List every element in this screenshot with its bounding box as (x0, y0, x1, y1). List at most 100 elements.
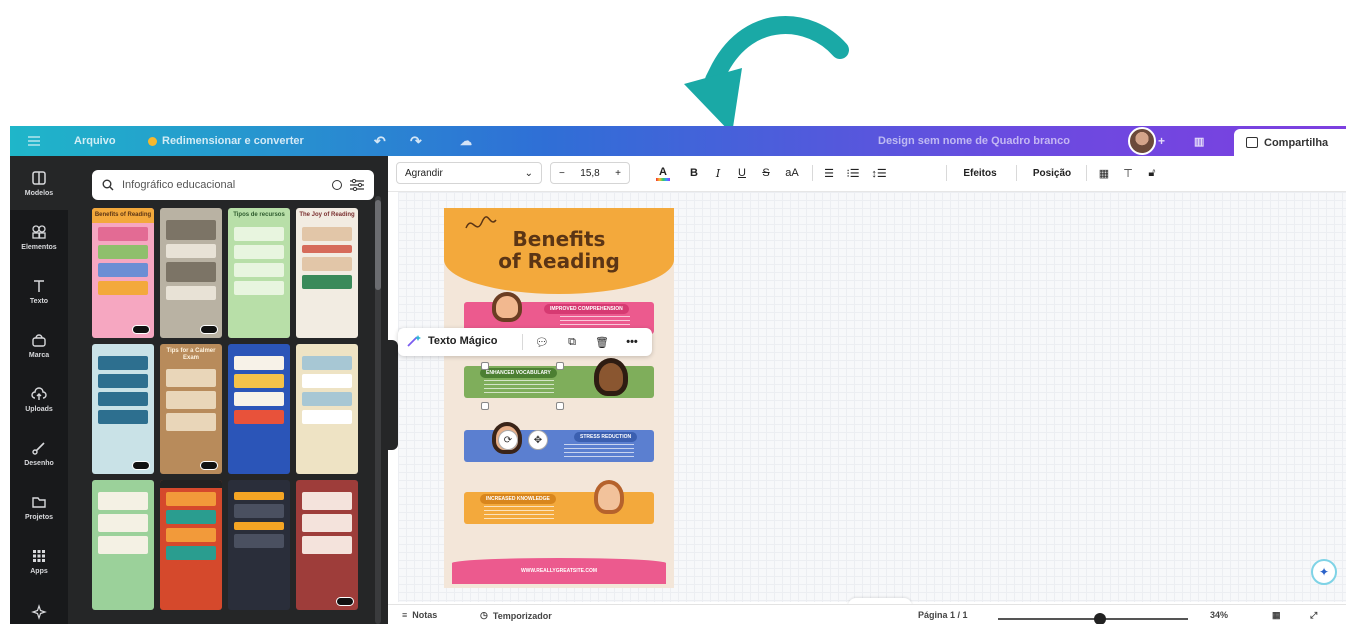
add-user-icon[interactable]: + (1158, 126, 1165, 156)
resize-handle[interactable] (556, 362, 564, 370)
font-family-select[interactable]: Agrandir ⌄ (396, 162, 542, 184)
decrease-size-button[interactable]: − (559, 168, 565, 179)
bold-button[interactable]: B (686, 162, 702, 184)
resize-handle[interactable] (481, 402, 489, 410)
reader-illustration (594, 358, 628, 396)
underline-button[interactable]: U (734, 162, 750, 184)
top-bar: Arquivo Redimensionar e converter ↶ ↷ ☁ … (10, 126, 1346, 156)
elements-icon (32, 224, 46, 239)
template-thumb[interactable] (228, 480, 290, 610)
rail-item-apps[interactable]: Apps (10, 534, 68, 588)
filter-icon[interactable] (350, 179, 364, 191)
comment-icon[interactable]: 💬︎ (534, 334, 550, 350)
rail-item-elementos[interactable]: Elementos (10, 210, 68, 264)
template-thumb[interactable]: Tipos de recursos (228, 208, 290, 338)
template-thumb[interactable] (92, 344, 154, 474)
resize-label: Redimensionar e converter (162, 135, 304, 147)
font-size-value[interactable]: 15,8 (580, 168, 599, 179)
clear-icon[interactable] (332, 180, 342, 190)
rail-item-projetos[interactable]: Projetos (10, 480, 68, 534)
spacing-icon[interactable]: ↕☰ (870, 162, 888, 184)
divider (812, 165, 813, 181)
premium-badge (200, 325, 218, 334)
text-color-button[interactable]: A (654, 162, 672, 184)
resize-handle[interactable] (556, 402, 564, 410)
magic-text-button[interactable]: Texto Mágico (406, 334, 497, 348)
avatar[interactable] (1128, 127, 1156, 155)
notes-button[interactable]: ≡ Notas (402, 610, 437, 620)
transparency-icon[interactable]: ▦ (1096, 162, 1112, 184)
template-thumb[interactable] (296, 344, 358, 474)
brand-icon (32, 333, 46, 347)
fullscreen-icon[interactable]: ⤢ (1310, 610, 1317, 621)
rail-item-modelos[interactable]: Modelos (10, 156, 68, 210)
page-indicator[interactable]: Página 1 / 1 (918, 610, 968, 620)
upload-icon (31, 386, 47, 400)
paint-roller-icon[interactable]: ⊤ (1120, 162, 1136, 184)
panel-scroll-thumb[interactable] (375, 200, 381, 290)
font-size-stepper[interactable]: − 15,8 + (550, 162, 630, 184)
infographic-page[interactable]: Benefits of Reading IMPROVED COMPREHENSI… (444, 208, 674, 588)
screen: Arquivo Redimensionar e converter ↶ ↷ ☁ … (0, 0, 1346, 624)
redo-icon[interactable]: ↷ (410, 126, 422, 156)
cloud-sync-icon[interactable]: ☁ (460, 126, 472, 156)
zoom-level[interactable]: 34% (1210, 610, 1228, 620)
list-icon[interactable]: ⁝☰ (844, 162, 862, 184)
text-toolbar: Agrandir ⌄ − 15,8 + A B I U S aA ☰ ⁝☰ ↕☰… (388, 156, 1346, 192)
timer-button[interactable]: ◷ Temporizador (480, 610, 552, 621)
zoom-slider[interactable] (998, 618, 1188, 620)
rotate-icon[interactable]: ⟳ (498, 430, 518, 450)
template-thumb[interactable] (228, 344, 290, 474)
file-menu[interactable]: Arquivo (74, 126, 116, 156)
position-button[interactable]: Posição (1028, 162, 1076, 184)
rail-item-marca[interactable]: Marca (10, 318, 68, 372)
assistant-button[interactable]: ✦ (1311, 559, 1337, 585)
share-label: Compartilha (1264, 136, 1329, 149)
template-thumb[interactable] (92, 480, 154, 610)
search-input[interactable]: Infográfico educacional (122, 179, 324, 191)
template-thumb[interactable] (296, 480, 358, 610)
templates-panel: Infográfico educacional Benefits of Read… (68, 156, 388, 624)
curved-arrow-icon (684, 16, 849, 134)
grid-view-icon[interactable]: ▦ (1272, 610, 1281, 621)
premium-badge (336, 597, 354, 606)
rail-item-texto[interactable]: Texto (10, 264, 68, 318)
magic-media-icon[interactable] (10, 600, 68, 624)
zoom-slider-knob[interactable] (1094, 613, 1106, 624)
rail-item-desenho[interactable]: Desenho (10, 426, 68, 480)
case-button[interactable]: aA (780, 162, 804, 184)
analytics-icon[interactable]: ▥ (1194, 126, 1204, 156)
strikethrough-button[interactable]: S (758, 162, 774, 184)
search-field[interactable]: Infográfico educacional (92, 170, 374, 200)
website-url[interactable]: WWW.REALLYGREATSITE.COM (444, 568, 674, 574)
sparkle-icon: ✦ (1318, 565, 1330, 579)
timer-icon: ◷ (480, 610, 488, 620)
infographic-title[interactable]: Benefits of Reading (444, 228, 674, 272)
rail-item-uploads[interactable]: Uploads (10, 372, 68, 426)
sparkle-icon (31, 604, 47, 620)
move-icon[interactable]: ✥ (528, 430, 548, 450)
trash-icon[interactable]: 🗑︎ (594, 334, 610, 350)
design-title[interactable]: Design sem nome de Quadro branco (878, 126, 1070, 156)
effects-button[interactable]: Efeitos (958, 162, 1002, 184)
template-thumb[interactable]: The Joy of Reading (296, 208, 358, 338)
undo-icon[interactable]: ↶ (374, 126, 386, 156)
template-thumb[interactable]: Benefits of Reading (92, 208, 154, 338)
menu-icon[interactable] (28, 126, 40, 156)
more-icon[interactable]: ••• (624, 334, 640, 350)
resize-button[interactable]: Redimensionar e converter (148, 126, 304, 156)
template-thumb[interactable]: Tips for a Calmer Exam (160, 344, 222, 474)
align-center-icon[interactable]: ☰ (820, 162, 838, 184)
template-thumb[interactable] (160, 208, 222, 338)
lock-icon[interactable]: 🔓︎ (1144, 162, 1160, 184)
chevron-down-icon: ⌄ (524, 167, 533, 179)
collapse-panel-handle[interactable] (388, 340, 398, 450)
duplicate-icon[interactable]: ⧉ (564, 334, 580, 350)
share-button[interactable]: Compartilha (1234, 129, 1346, 156)
template-thumb[interactable] (160, 480, 222, 610)
divider (1086, 165, 1087, 181)
increase-size-button[interactable]: + (615, 168, 621, 179)
resize-handle[interactable] (481, 362, 489, 370)
side-rail: Modelos Elementos Texto Marca Uploads De… (10, 156, 68, 624)
italic-button[interactable]: I (710, 162, 726, 184)
